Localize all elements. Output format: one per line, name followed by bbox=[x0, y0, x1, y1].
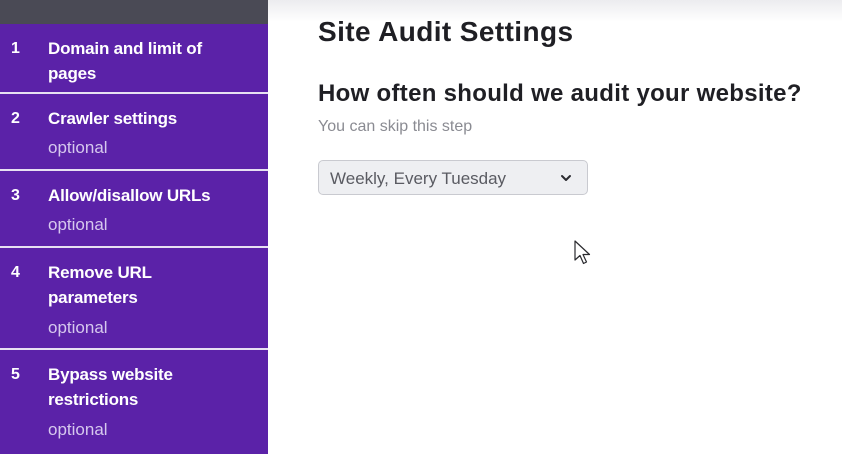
sidebar-step-bypass-website-restrictions[interactable]: 5 Bypass website restrictions optional bbox=[0, 350, 268, 454]
settings-main-panel: Site Audit Settings How often should we … bbox=[268, 0, 842, 454]
audit-schedule-value: Weekly, Every Tuesday bbox=[330, 169, 507, 188]
settings-steps-sidebar: 1 Domain and limit of pages 2 Crawler se… bbox=[0, 0, 268, 454]
audit-frequency-question: How often should we audit your website? bbox=[318, 80, 802, 107]
step-optional-label: optional bbox=[48, 138, 108, 157]
sidebar-top-bar bbox=[0, 0, 268, 24]
sidebar-step-domain-and-limit[interactable]: 1 Domain and limit of pages bbox=[0, 24, 268, 94]
step-optional-label: optional bbox=[48, 420, 108, 439]
step-optional-label: optional bbox=[48, 215, 108, 234]
site-audit-settings-page: 1 Domain and limit of pages 2 Crawler se… bbox=[0, 0, 842, 454]
step-number: 4 bbox=[11, 264, 20, 281]
skip-step-hint: You can skip this step bbox=[318, 118, 473, 135]
sidebar-step-remove-url-parameters[interactable]: 4 Remove URL parameters optional bbox=[0, 248, 268, 350]
step-number: 3 bbox=[11, 187, 20, 204]
chevron-down-icon bbox=[561, 175, 571, 181]
step-number: 1 bbox=[11, 40, 20, 57]
step-title: Allow/disallow URLs bbox=[48, 186, 211, 205]
step-title: Crawler settings bbox=[48, 109, 178, 128]
step-number: 2 bbox=[11, 110, 20, 127]
audit-schedule-select[interactable]: Weekly, Every Tuesday bbox=[318, 160, 588, 195]
page-title: Site Audit Settings bbox=[318, 16, 574, 47]
step-title: Domain and limit of pages bbox=[48, 39, 202, 83]
step-title: Bypass website restrictions bbox=[48, 365, 173, 409]
mouse-cursor-icon bbox=[574, 240, 591, 265]
step-number: 5 bbox=[11, 366, 20, 383]
sidebar-step-crawler-settings[interactable]: 2 Crawler settings optional bbox=[0, 94, 268, 171]
sidebar-step-allow-disallow-urls[interactable]: 3 Allow/disallow URLs optional bbox=[0, 171, 268, 248]
step-optional-label: optional bbox=[48, 318, 108, 337]
step-title: Remove URL parameters bbox=[48, 263, 152, 307]
